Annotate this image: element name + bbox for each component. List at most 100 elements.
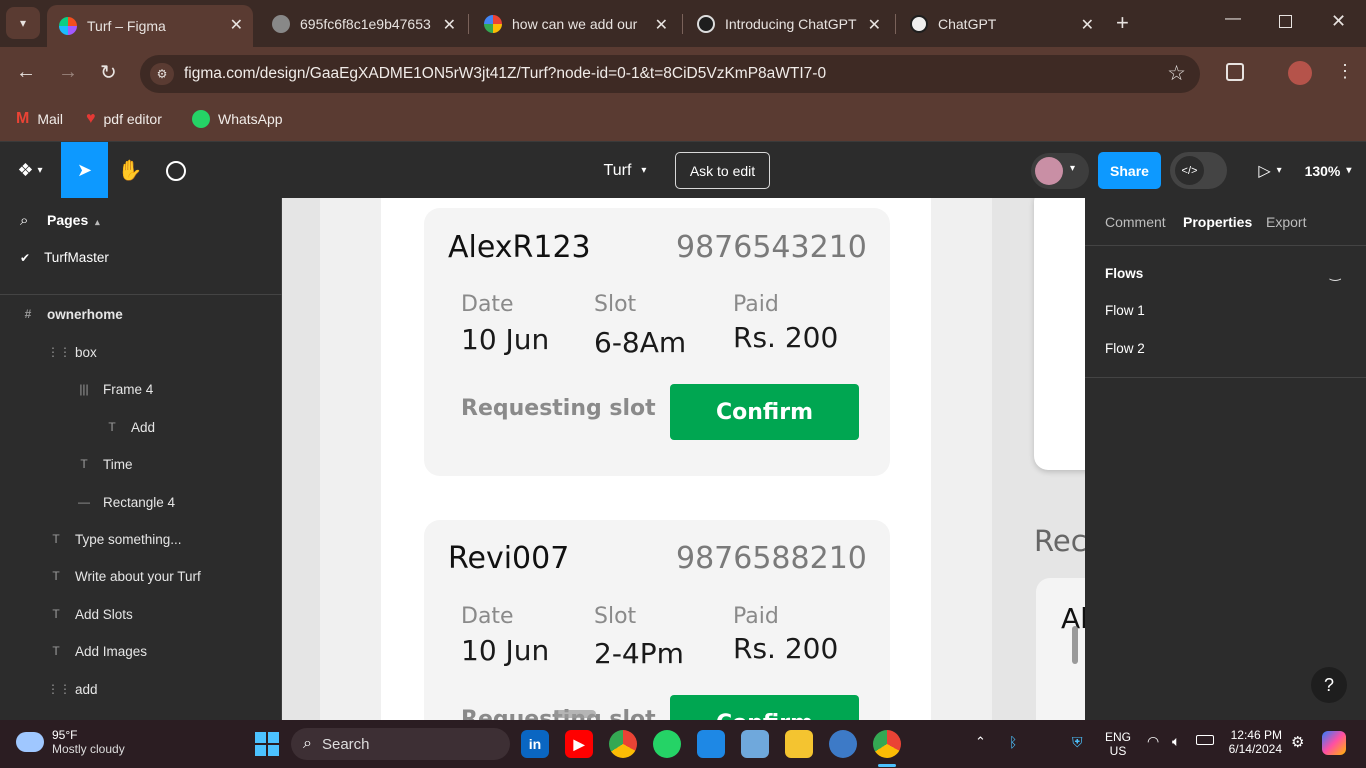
tab-search-button[interactable]: ▾	[6, 7, 40, 39]
bluetooth-icon[interactable]: ᛒ	[1009, 734, 1017, 750]
layer-box[interactable]: ⋮⋮ box	[47, 342, 97, 362]
layer-add[interactable]: T Add	[103, 417, 155, 437]
security-icon[interactable]: ⛨	[1072, 734, 1083, 751]
android-studio-icon[interactable]	[829, 730, 857, 758]
search-icon[interactable]: ⌕	[20, 212, 28, 229]
layer-add-slots[interactable]: T Add Slots	[47, 604, 132, 624]
tab-comment[interactable]: Comment	[1105, 214, 1166, 230]
youtube-icon[interactable]: ▶	[565, 730, 593, 758]
file-name-dropdown[interactable]: Turf ▾	[590, 142, 660, 199]
layer-type-something[interactable]: T Type something...	[47, 529, 181, 549]
bookmarks-bar: M Mail ♥ pdf editor WhatsApp	[0, 101, 1366, 141]
close-icon[interactable]: ✕	[868, 15, 881, 35]
close-window-button[interactable]: ✕	[1331, 11, 1346, 32]
whatsapp-icon[interactable]	[653, 730, 681, 758]
restore-button[interactable]	[1279, 15, 1292, 28]
date-label: Date	[461, 604, 514, 629]
flow-item[interactable]: Flow 1	[1105, 303, 1145, 318]
chevron-up-icon[interactable]: ⌃	[975, 734, 986, 750]
reload-icon[interactable]: ↻	[100, 60, 117, 85]
clock[interactable]: 12:46 PM 6/14/2024	[1228, 728, 1282, 756]
wifi-icon[interactable]: ◠	[1147, 733, 1159, 750]
bookmark-mail[interactable]: M Mail	[16, 110, 63, 128]
move-tool-button[interactable]: ➤	[61, 142, 108, 199]
flow-item[interactable]: Flow 2	[1105, 341, 1145, 356]
active-indicator	[878, 764, 896, 767]
scrollbar-thumb[interactable]	[1072, 626, 1078, 664]
close-icon[interactable]: ✕	[1081, 15, 1094, 35]
address-bar[interactable]: ⚙ figma.com/design/GaaEgXADME1ON5rW3jt41…	[140, 55, 1200, 93]
profile-avatar[interactable]	[1288, 61, 1312, 85]
present-button[interactable]: ▷ ▾	[1250, 142, 1290, 199]
figma-menu-button[interactable]: ❖ ▾	[10, 142, 50, 199]
forward-arrow-icon[interactable]: →	[58, 61, 78, 84]
pages-toggle[interactable]: Pages ▴	[47, 212, 100, 228]
design-canvas[interactable]: AlexR123 9876543210 Date Slot Paid 10 Ju…	[282, 198, 1085, 720]
start-button[interactable]	[255, 732, 279, 756]
booking-card[interactable]: Revi007 9876588210 Date Slot Paid 10 Jun…	[424, 520, 890, 720]
pages-label: Pages	[47, 212, 89, 228]
tab-5[interactable]: ChatGPT ✕	[898, 5, 1104, 43]
layer-frame-4[interactable]: ||| Frame 4	[75, 379, 153, 399]
ask-to-edit-button[interactable]: Ask to edit	[675, 152, 770, 189]
layer-time[interactable]: T Time	[75, 454, 132, 474]
tab-3[interactable]: how can we add our ✕	[472, 5, 678, 43]
taskbar-search[interactable]: ⌕ Search	[291, 728, 510, 760]
tab-export[interactable]: Export	[1266, 214, 1306, 230]
layer-add-images[interactable]: T Add Images	[47, 641, 147, 661]
file-explorer-icon[interactable]	[785, 730, 813, 758]
settings-icon[interactable]: ⚙	[1291, 733, 1304, 751]
close-icon[interactable]: ✕	[230, 15, 243, 35]
photos-icon[interactable]	[741, 730, 769, 758]
tab-figma[interactable]: Turf – Figma ✕	[47, 5, 253, 47]
bookmark-star-icon[interactable]: ☆	[1167, 61, 1186, 86]
layer-ownerhome[interactable]: # ownerhome	[19, 304, 123, 324]
close-icon[interactable]: ✕	[443, 15, 456, 35]
booking-card[interactable]: AlexR123 9876543210 Date Slot Paid 10 Ju…	[424, 208, 890, 476]
bookmark-whatsapp[interactable]: WhatsApp	[192, 110, 283, 128]
phone-number: 9876543210	[676, 230, 867, 265]
layer-rectangle-4[interactable]: — Rectangle 4	[75, 492, 175, 512]
chrome-icon[interactable]	[609, 730, 637, 758]
tab-properties[interactable]: Properties	[1183, 214, 1252, 230]
heart-icon: ♥	[86, 110, 96, 127]
tab-4[interactable]: Introducing ChatGPT ✕	[685, 5, 891, 43]
weather-widget[interactable]: 95°F Mostly cloudy	[16, 728, 125, 756]
app-icon[interactable]	[697, 730, 725, 758]
extensions-icon[interactable]	[1226, 63, 1244, 81]
site-info-icon[interactable]: ⚙	[150, 63, 174, 85]
hand-tool-button[interactable]: ✋	[112, 142, 148, 199]
help-button[interactable]: ?	[1311, 667, 1347, 703]
share-button[interactable]: Share	[1098, 152, 1161, 189]
back-arrow-icon[interactable]: ←	[16, 61, 36, 84]
layer-write-about[interactable]: T Write about your Turf	[47, 566, 200, 586]
tab-title: ChatGPT	[938, 16, 997, 32]
confirm-button[interactable]: Confirm	[670, 384, 859, 440]
language-indicator[interactable]: ENG US	[1105, 730, 1131, 758]
chevron-up-icon: ▴	[95, 217, 100, 227]
close-icon[interactable]: ✕	[655, 15, 668, 35]
bookmark-pdf-editor[interactable]: ♥ pdf editor	[86, 110, 162, 128]
hide-eye-icon[interactable]: ‿	[1330, 266, 1340, 282]
volume-icon[interactable]: 🔈︎	[1172, 733, 1180, 750]
gmail-icon: M	[16, 110, 30, 127]
new-tab-button[interactable]: +	[1116, 10, 1129, 36]
copilot-icon[interactable]	[1322, 731, 1346, 755]
scroll-indicator[interactable]	[554, 710, 596, 718]
tab-separator	[468, 14, 469, 34]
zoom-dropdown[interactable]: 130% ▾	[1298, 142, 1358, 199]
minimize-button[interactable]: —	[1225, 10, 1241, 28]
linkedin-icon[interactable]: in	[521, 730, 549, 758]
battery-icon[interactable]	[1196, 735, 1214, 745]
text-icon: T	[80, 457, 88, 471]
comment-tool-button[interactable]	[158, 142, 194, 199]
tab-2[interactable]: 695fc6f8c1e9b47653 ✕	[260, 5, 466, 43]
confirm-button[interactable]: Confirm	[670, 695, 859, 720]
figma-toolbar: ❖ ▾ ➤ ✋ Turf ▾ Ask to edit ▾ Share </> ▷ ▾…	[0, 141, 1366, 199]
chrome-active-icon[interactable]	[873, 730, 901, 758]
dev-mode-toggle[interactable]: </>	[1170, 152, 1227, 189]
page-item-current[interactable]: ✔ TurfMaster	[20, 250, 109, 265]
menu-kebab-icon[interactable]: ⋮	[1336, 61, 1354, 82]
multiplayer-avatar[interactable]: ▾	[1031, 153, 1089, 189]
layer-add-section[interactable]: ⋮⋮ add	[47, 679, 98, 699]
